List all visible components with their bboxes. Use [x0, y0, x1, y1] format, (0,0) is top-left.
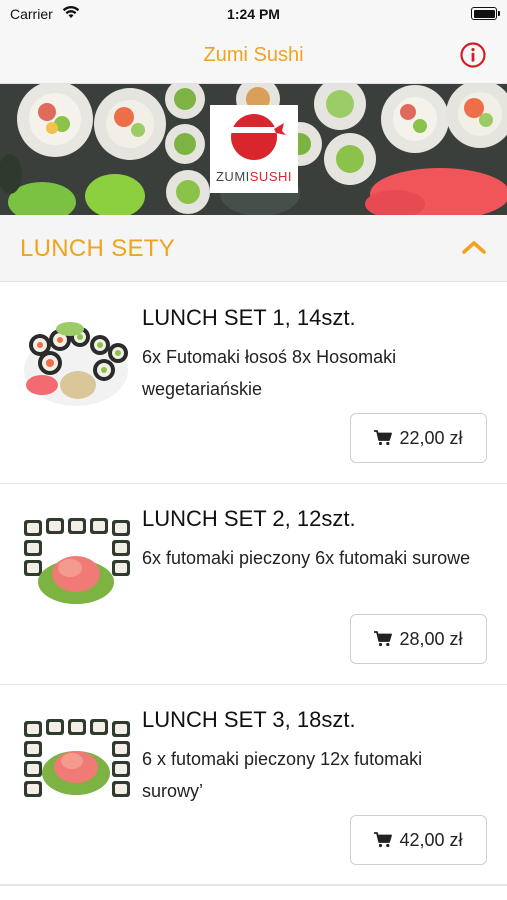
zumi-sushi-logo: ZUMISUSHI [210, 105, 298, 193]
hero-banner: ZUMISUSHI [0, 84, 507, 215]
chevron-up-icon[interactable] [461, 239, 487, 255]
price-label: 22,00 zł [399, 427, 463, 448]
lunch-set-3-image [20, 713, 132, 813]
add-to-cart-button[interactable]: 42,00 zł [350, 815, 487, 865]
logo-wordmark: ZUMISUSHI [215, 169, 292, 184]
cart-icon [374, 631, 393, 647]
lunch-set-1-image [20, 315, 132, 415]
price-label: 42,00 zł [399, 829, 463, 850]
item-name: LUNCH SET 2, 12szt. [142, 506, 356, 531]
add-to-cart-button[interactable]: 28,00 zł [350, 614, 487, 664]
page-title: Zumi Sushi [203, 44, 304, 66]
item-description: 6x futomaki pieczony 6x futomaki surowe [142, 548, 471, 568]
item-description: 6x Futomaki łosoś 8x Hosomaki wegetariań… [142, 347, 397, 399]
info-icon[interactable] [459, 41, 487, 69]
cart-icon [374, 832, 393, 848]
logo-mark-icon [231, 114, 286, 160]
status-bar: Carrier 1:24 PM [0, 0, 507, 28]
cart-icon [374, 430, 393, 446]
list-item[interactable]: LUNCH SET 1, 14szt. 6x Futomaki łosoś 8x… [0, 283, 507, 484]
divider [0, 884, 507, 885]
list-item[interactable]: LUNCH SET 2, 12szt. 6x futomaki pieczony… [0, 484, 507, 685]
add-to-cart-button[interactable]: 22,00 zł [350, 413, 487, 463]
item-description: 6 x futomaki pieczony 12x futomaki surow… [142, 749, 423, 801]
list-item[interactable]: LUNCH SET 3, 18szt. 6 x futomaki pieczon… [0, 685, 507, 886]
section-title: LUNCH SETY [20, 235, 176, 262]
item-name: LUNCH SET 3, 18szt. [142, 707, 356, 732]
clock: 1:24 PM [227, 6, 280, 22]
navigation-bar: Zumi Sushi [0, 28, 507, 84]
lunch-set-2-image [20, 512, 132, 612]
battery-icon [471, 7, 500, 20]
item-name: LUNCH SET 1, 14szt. [142, 305, 356, 330]
price-label: 28,00 zł [399, 628, 463, 649]
section-header-lunch-sety[interactable]: LUNCH SETY [0, 215, 507, 282]
